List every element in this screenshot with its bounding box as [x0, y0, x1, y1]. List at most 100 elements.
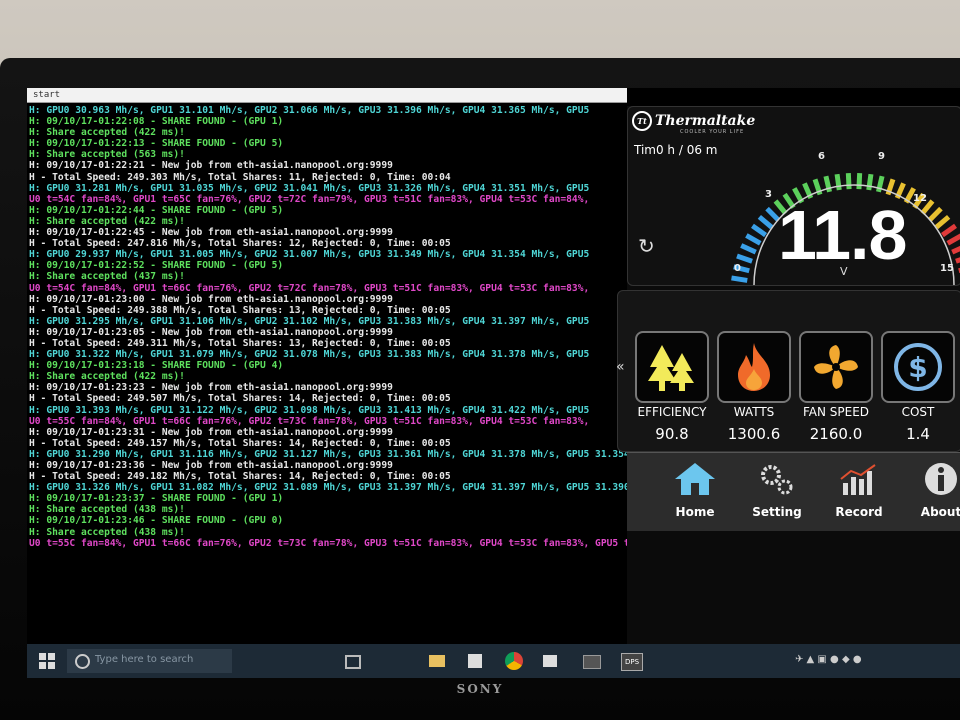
console-line: U0 t=54C fan=84%, GPU1 t=65C fan=76%, GP…	[29, 193, 590, 205]
gauge-tick: 15	[940, 263, 954, 274]
console-line: H: 09/10/17-01:23:23 - New job from eth-…	[29, 382, 393, 394]
gauge-segment	[941, 223, 957, 238]
console-line: H: Share accepted (438 ms)!	[29, 526, 185, 538]
console-line: H: 09/10/17-01:23:05 - New job from eth-…	[29, 326, 393, 338]
console-line: H: Share accepted (438 ms)!	[29, 504, 185, 516]
gauge-segment	[951, 245, 960, 255]
gauge-segment	[736, 253, 753, 264]
stat-value: 2160.0	[809, 425, 863, 443]
cortana-icon	[75, 654, 90, 669]
file-explorer-icon[interactable]	[429, 655, 445, 667]
stat-label: WATTS	[733, 405, 775, 419]
nav-label: About	[920, 505, 960, 519]
chart-icon	[840, 464, 876, 495]
console-line: H: 09/10/17-01:23:00 - New job from eth-…	[29, 293, 393, 305]
console-line: H: GPU0 31.322 Mh/s, GPU1 31.079 Mh/s, G…	[29, 349, 590, 361]
miner-console-window[interactable]: start H: GPU0 30.963 Mh/s, GPU1 31.101 M…	[27, 88, 627, 644]
search-placeholder: Type here to search	[95, 654, 194, 665]
console-titlebar[interactable]: start	[27, 88, 627, 103]
nav-setting[interactable]: Setting	[737, 461, 817, 519]
console-line: H - Total Speed: 247.816 Mh/s, Total Sha…	[29, 238, 451, 250]
stat-watts[interactable]: WATTS 1300.6	[714, 331, 794, 443]
app-window-icon[interactable]	[583, 655, 601, 669]
console-line: H: Share accepted (422 ms)!	[29, 371, 185, 383]
voltage-value: 11.8	[778, 196, 907, 274]
store-icon[interactable]	[468, 654, 482, 668]
nav-label: Setting	[752, 505, 802, 519]
console-line: H: 09/10/17-01:23:36 - New job from eth-…	[29, 460, 393, 471]
trees-icon	[635, 331, 709, 403]
console-output: H: GPU0 30.963 Mh/s, GPU1 31.101 Mh/s, G…	[27, 103, 627, 549]
gauge-tick: 9	[878, 151, 885, 162]
fan-icon	[799, 331, 873, 403]
gauge-tick: 3	[765, 189, 772, 200]
stat-fan-speed[interactable]: FAN SPEED 2160.0	[796, 331, 876, 443]
gauge-segment	[757, 214, 774, 230]
console-line: U0 t=54C fan=84%, GPU1 t=66C fan=76%, GP…	[29, 282, 590, 294]
console-line: H - Total Speed: 249.303 Mh/s, Total Sha…	[29, 171, 451, 183]
gauge-segment	[745, 233, 762, 246]
stat-value: 1.4	[906, 425, 930, 443]
console-line: H - Total Speed: 249.507 Mh/s, Total Sha…	[29, 393, 451, 405]
stat-cost[interactable]: $ COST 1.4	[878, 331, 958, 443]
gauge-tick: 0	[734, 263, 741, 274]
stat-label: COST	[901, 405, 935, 419]
nav-label: Record	[835, 505, 883, 519]
console-line: H: GPU0 31.326 Mh/s, GPU1 31.082 Mh/s, G…	[29, 482, 627, 494]
console-line: H: Share accepted (437 ms)!	[29, 271, 185, 283]
gauge-segment	[866, 173, 874, 191]
console-line: U0 t=55C fan=84%, GPU1 t=66C fan=76%, GP…	[29, 415, 590, 427]
console-line: H: 09/10/17-01:22:13 - SHARE FOUND - (GP…	[29, 138, 284, 150]
console-line: H: 09/10/17-01:22:21 - New job from eth-…	[29, 160, 393, 172]
dollar-icon: $	[881, 331, 955, 403]
console-line: H: GPU0 31.290 Mh/s, GPU1 31.116 Mh/s, G…	[29, 448, 627, 460]
gauge-segment	[946, 233, 960, 246]
stat-label: FAN SPEED	[802, 405, 870, 419]
thermaltake-widget: Tt Thermaltake COOLER YOUR LIFE Tim0 h / …	[616, 106, 960, 646]
console-line: H - Total Speed: 249.388 Mh/s, Total Sha…	[29, 304, 451, 316]
gear-icon	[761, 465, 793, 495]
console-line: H: Share accepted (422 ms)!	[29, 215, 185, 227]
console-line: H: Share accepted (563 ms)!	[29, 149, 185, 161]
console-line: H - Total Speed: 249.182 Mh/s, Total Sha…	[29, 471, 451, 483]
svg-text:$: $	[908, 351, 927, 384]
app-icon[interactable]	[543, 655, 557, 667]
flame-icon	[717, 331, 791, 403]
gauge-segment	[934, 214, 951, 230]
nav-about[interactable]: About	[901, 461, 960, 519]
nav-home[interactable]: Home	[655, 461, 735, 519]
console-line: H: GPU0 30.963 Mh/s, GPU1 31.101 Mh/s, G…	[29, 105, 590, 116]
voltage-unit: V	[840, 265, 848, 278]
gauge-segment	[955, 257, 960, 264]
taskbar-search-box[interactable]: Type here to search	[67, 649, 232, 673]
console-line: H - Total Speed: 249.311 Mh/s, Total Sha…	[29, 337, 451, 349]
console-line: U0 t=55C fan=84%, GPU1 t=66C fan=76%, GP…	[29, 537, 627, 549]
nav-record[interactable]: Record	[819, 461, 899, 519]
task-view-icon[interactable]	[345, 655, 361, 669]
stat-efficiency[interactable]: EFFICIENCY 90.8	[632, 331, 712, 443]
console-line: H: 09/10/17-01:23:31 - New job from eth-…	[29, 426, 393, 438]
console-line: H: GPU0 31.295 Mh/s, GPU1 31.106 Mh/s, G…	[29, 315, 590, 327]
dps-app-icon[interactable]: DPS	[621, 653, 643, 671]
gauge-segment	[845, 173, 852, 190]
chrome-icon[interactable]	[505, 652, 523, 670]
widget-nav-bar: Home Setting Record About	[627, 452, 960, 531]
console-line: H: 09/10/17-01:23:18 - SHARE FOUND - (GP…	[29, 360, 284, 372]
home-icon	[675, 463, 715, 495]
gauge-segment	[740, 243, 757, 255]
taskbar: Type here to search DPS ✈ ▲ ▣ ● ◆ ●	[27, 644, 960, 678]
stat-value: 90.8	[655, 425, 689, 443]
console-line: H: 09/10/17-01:22:52 - SHARE FOUND - (GP…	[29, 260, 284, 272]
console-line: H - Total Speed: 249.157 Mh/s, Total Sha…	[29, 437, 451, 449]
gauge-segment	[834, 173, 842, 191]
console-line: H: GPU0 29.937 Mh/s, GPU1 31.005 Mh/s, G…	[29, 249, 590, 261]
tray-icons[interactable]: ✈ ▲ ▣ ● ◆ ●	[795, 654, 862, 665]
windows-start-icon[interactable]	[39, 653, 55, 669]
console-line: H: GPU0 31.393 Mh/s, GPU1 31.122 Mh/s, G…	[29, 404, 590, 416]
info-icon	[925, 463, 957, 495]
chevron-left-icon[interactable]: «	[616, 359, 625, 375]
console-line: H: GPU0 31.281 Mh/s, GPU1 31.035 Mh/s, G…	[29, 182, 590, 194]
gauge-segment	[856, 173, 863, 190]
gauge-tick: 6	[818, 151, 825, 162]
gauge-segment	[765, 206, 781, 222]
